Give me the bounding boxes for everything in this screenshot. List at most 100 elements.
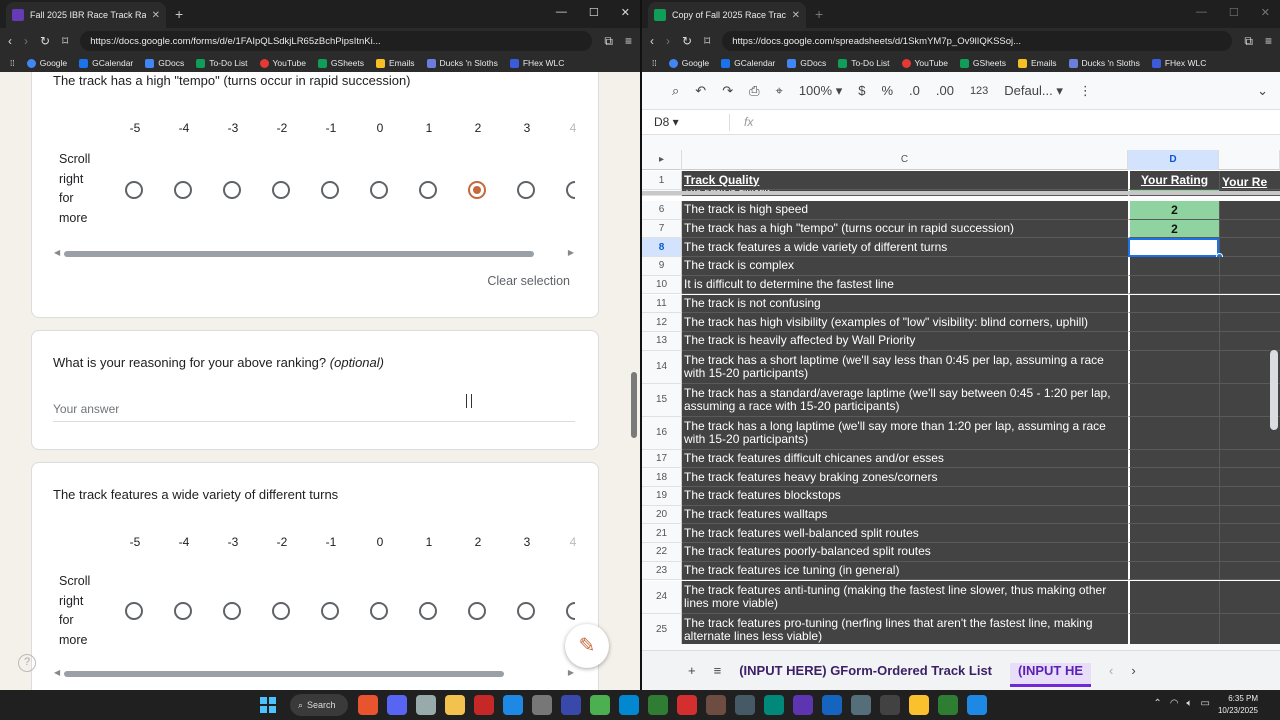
- new-tab-icon[interactable]: +: [815, 6, 823, 22]
- back-icon[interactable]: ‹: [8, 34, 12, 48]
- browser-tab-sheet[interactable]: Copy of Fall 2025 Race Track Ra ✕: [648, 2, 806, 28]
- row-number[interactable]: 13: [642, 331, 682, 351]
- increase-decimal-button[interactable]: .00: [936, 83, 954, 98]
- sheet-tab-input-here[interactable]: (INPUT HE: [1010, 663, 1092, 687]
- minimize-icon[interactable]: —: [1196, 6, 1207, 19]
- bookmark-icon[interactable]: ⌑: [704, 34, 710, 48]
- radio-option-partial[interactable]: [566, 181, 575, 199]
- radio-option[interactable]: [125, 181, 143, 199]
- all-sheets-icon[interactable]: ≡: [714, 663, 722, 678]
- chevron-up-icon[interactable]: ⌃: [1153, 698, 1161, 709]
- radio-option[interactable]: [419, 602, 437, 620]
- empty-cell[interactable]: [1219, 505, 1280, 525]
- column-header-d[interactable]: D: [1128, 150, 1219, 170]
- empty-cell[interactable]: [1219, 257, 1280, 276]
- reasoning-answer-input[interactable]: Your answer: [53, 402, 575, 422]
- forward-icon[interactable]: ›: [24, 34, 28, 48]
- row-number[interactable]: 17: [642, 449, 682, 469]
- app-icon[interactable]: [938, 695, 958, 715]
- scroll-tabs-right-icon[interactable]: ›: [1131, 663, 1135, 678]
- app-icon[interactable]: [764, 695, 784, 715]
- help-icon[interactable]: ?: [18, 654, 36, 672]
- app-icon[interactable]: [706, 695, 726, 715]
- app-icon[interactable]: [416, 695, 436, 715]
- radio-option[interactable]: [370, 181, 388, 199]
- xbox-icon[interactable]: [648, 695, 668, 715]
- radio-option[interactable]: [419, 181, 437, 199]
- app-icon[interactable]: [822, 695, 842, 715]
- search-icon[interactable]: ⌕: [672, 83, 679, 99]
- address-bar[interactable]: https://docs.google.com/spreadsheets/d/1…: [722, 31, 1233, 51]
- row-number[interactable]: 9: [642, 257, 682, 276]
- minimize-icon[interactable]: —: [556, 6, 567, 19]
- bookmark-youtube[interactable]: YouTube: [901, 58, 948, 68]
- track-quality-cell[interactable]: The track features anti-tuning (making t…: [682, 580, 1128, 614]
- radio-option[interactable]: [370, 602, 388, 620]
- rating-cell[interactable]: [1128, 383, 1219, 417]
- rating-cell[interactable]: [1128, 331, 1219, 351]
- app-icon[interactable]: [619, 695, 639, 715]
- row-number[interactable]: 21: [642, 524, 682, 544]
- track-quality-cell[interactable]: The track features difficult chicanes an…: [682, 449, 1128, 469]
- radio-option[interactable]: [125, 602, 143, 620]
- decrease-decimal-button[interactable]: .0: [909, 83, 920, 98]
- track-quality-cell[interactable]: The track is not confusing: [682, 294, 1128, 314]
- chrome-icon[interactable]: [909, 695, 929, 715]
- page-scrollbar[interactable]: [630, 72, 638, 690]
- app-icon[interactable]: [532, 695, 552, 715]
- address-bar[interactable]: https://docs.google.com/forms/d/e/1FAIpQ…: [80, 31, 593, 51]
- horizontal-scrollbar[interactable]: ◀ ▶: [52, 248, 574, 257]
- redo-icon[interactable]: ↷: [722, 83, 733, 99]
- clear-selection-button[interactable]: Clear selection: [487, 274, 570, 288]
- track-quality-cell[interactable]: The track has a high "tempo" (turns occu…: [682, 219, 1128, 239]
- sheet-tab-gform-ordered[interactable]: (INPUT HERE) GForm-Ordered Track List: [739, 663, 992, 678]
- empty-cell[interactable]: [1219, 543, 1280, 562]
- radio-option[interactable]: [517, 602, 535, 620]
- bookmark-gdocs[interactable]: GDocs: [145, 58, 184, 68]
- rating-cell[interactable]: 2: [1128, 201, 1219, 220]
- print-icon[interactable]: ⎙: [749, 83, 759, 99]
- rating-cell[interactable]: [1128, 275, 1219, 295]
- rating-cell[interactable]: [1128, 561, 1219, 581]
- undo-icon[interactable]: ↶: [695, 83, 706, 99]
- rating-cell[interactable]: [1128, 524, 1219, 544]
- track-quality-cell[interactable]: The track features well-balanced split r…: [682, 524, 1128, 544]
- row-number[interactable]: 7: [642, 219, 682, 239]
- more-options-icon[interactable]: ⋮: [1079, 83, 1092, 99]
- add-sheet-icon[interactable]: +: [688, 663, 696, 678]
- header-cell-your-rating[interactable]: Your Rating: [1128, 171, 1219, 190]
- row-number[interactable]: 19: [642, 487, 682, 506]
- maximize-icon[interactable]: ☐: [1229, 6, 1239, 19]
- row-number[interactable]: 22: [642, 543, 682, 562]
- track-quality-cell[interactable]: The track features blockstops: [682, 487, 1128, 506]
- volume-icon[interactable]: 🔈︎: [1187, 698, 1193, 709]
- number-format-button[interactable]: 123: [970, 85, 988, 97]
- maximize-icon[interactable]: ☐: [589, 6, 599, 19]
- bookmark-emails[interactable]: Emails: [1018, 58, 1057, 68]
- close-window-icon[interactable]: ✕: [1261, 6, 1270, 19]
- empty-cell[interactable]: [1219, 275, 1280, 295]
- track-quality-cell[interactable]: The track is complex: [682, 257, 1128, 276]
- selected-rating-cell[interactable]: [1128, 238, 1219, 258]
- rating-cell[interactable]: [1128, 580, 1219, 614]
- corner-cell[interactable]: ▸: [642, 150, 682, 170]
- collapse-chevron-icon[interactable]: ⌄: [1257, 83, 1268, 99]
- radio-option[interactable]: [223, 181, 241, 199]
- scroll-tabs-left-icon[interactable]: ‹: [1109, 663, 1113, 678]
- track-quality-cell[interactable]: The track has a short laptime (we'll say…: [682, 350, 1128, 384]
- empty-cell[interactable]: [1219, 613, 1280, 644]
- close-tab-icon[interactable]: ✕: [152, 10, 160, 21]
- bookmark-gcalendar[interactable]: GCalendar: [79, 58, 133, 68]
- taskbar-search[interactable]: ⌕ Search: [290, 694, 348, 716]
- reload-icon[interactable]: ↻: [40, 34, 50, 48]
- bookmark-gdocs[interactable]: GDocs: [787, 58, 826, 68]
- radio-option[interactable]: [321, 181, 339, 199]
- row-number[interactable]: 20: [642, 505, 682, 525]
- column-header-e[interactable]: [1219, 150, 1280, 170]
- header-cell-track-quality[interactable]: Track Quality: [682, 171, 1128, 190]
- menu-icon[interactable]: ≡: [1265, 34, 1272, 48]
- rating-cell[interactable]: [1128, 449, 1219, 469]
- close-tab-icon[interactable]: ✕: [792, 10, 800, 21]
- row-number[interactable]: 10: [642, 275, 682, 295]
- horizontal-scrollbar[interactable]: ◀ ▶: [52, 668, 574, 677]
